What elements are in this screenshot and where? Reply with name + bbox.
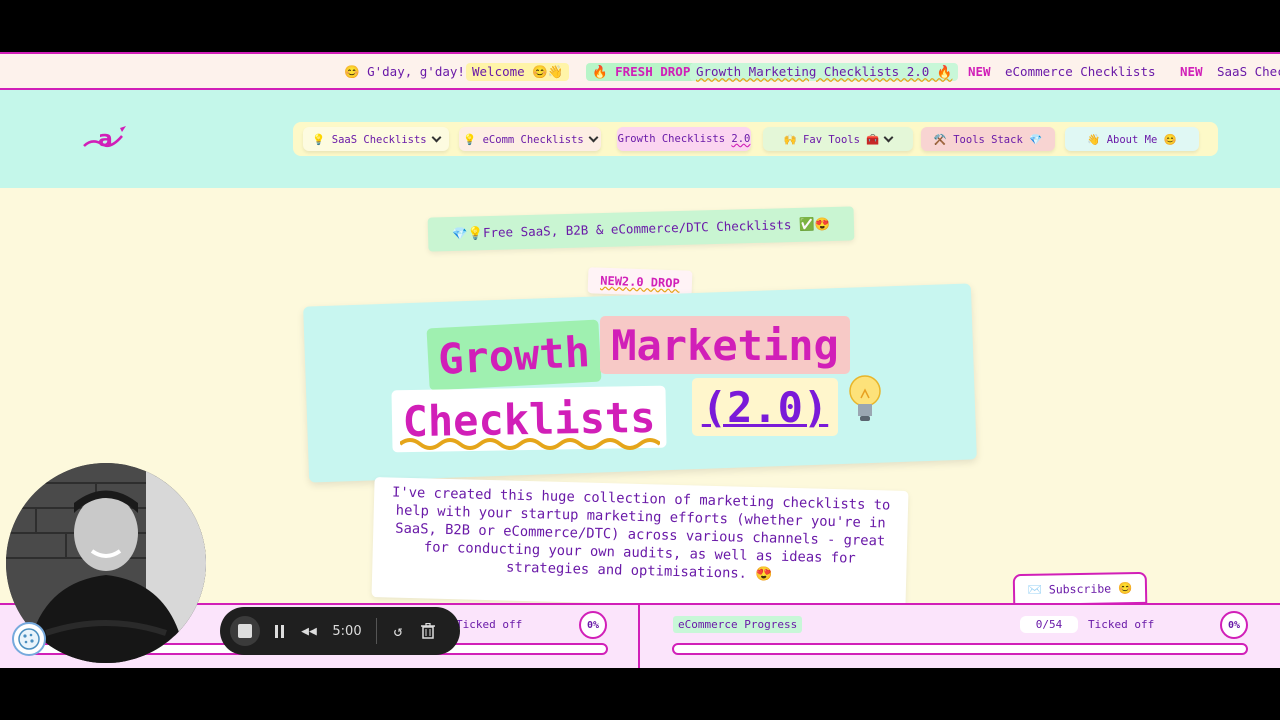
nav-label: 💡 eComm Checklists (463, 133, 584, 146)
nav-tools-stack[interactable]: ⚒️ Tools Stack 💎 (921, 127, 1055, 151)
wavy-underline (400, 438, 660, 450)
svg-text:a: a (98, 127, 113, 152)
title-word-marketing: Marketing (600, 316, 850, 374)
ticker-new-badge: NEW (968, 64, 991, 79)
right-progress-track (672, 643, 1248, 655)
pause-icon (274, 624, 284, 638)
trash-icon (421, 623, 435, 639)
ticker-growth-link[interactable]: Growth Marketing Checklists 2.0 🔥 (690, 63, 959, 81)
right-ticked-label: Ticked off (1088, 618, 1155, 631)
nav-label: 👋 About Me 😊 (1087, 133, 1177, 146)
restart-button[interactable]: ↺ (383, 616, 413, 646)
pause-button[interactable] (264, 616, 294, 646)
rewind-button[interactable]: ◀◀ (294, 616, 324, 646)
nav-saas-checklists[interactable]: 💡 SaaS Checklists (303, 127, 449, 151)
announcement-ticker: 😊 G'day, g'day! Welcome 😊👋 🔥 FRESH DROP … (0, 52, 1280, 90)
title-version: (2.0) (692, 378, 838, 436)
lightbulb-icon (849, 375, 881, 421)
ticker-new-badge-2: NEW (1180, 64, 1203, 79)
nav-label: 🙌 Fav Tools 🧰 (783, 133, 880, 146)
restart-icon: ↺ (393, 622, 403, 640)
right-progress-percent: 0% (1220, 611, 1248, 639)
main-nav: 💡 SaaS Checklists 💡 eComm Checklists Gro… (293, 122, 1218, 156)
recorder-divider (376, 618, 377, 644)
recording-controls: ◀◀ 5:00 ↺ (220, 607, 460, 655)
title-word-growth: Growth (426, 319, 602, 391)
cookie-icon (18, 628, 40, 650)
ticker-ecomm-link[interactable]: eCommerce Checklists (999, 63, 1162, 80)
ticker-welcome: Welcome 😊👋 (466, 63, 570, 81)
ecommerce-progress-title: eCommerce Progress (673, 616, 803, 633)
chevron-down-icon (431, 132, 442, 142)
stop-recording-button[interactable] (230, 616, 260, 646)
ticker-greeting: 😊 G'day, g'day! (344, 64, 465, 79)
chevron-down-icon (588, 132, 599, 142)
site-logo[interactable]: a (82, 124, 132, 154)
chevron-down-icon (883, 132, 894, 142)
ticker-saas-link[interactable]: SaaS Chec (1211, 63, 1280, 80)
nav-growth-checklists[interactable]: Growth Checklists 2.0 (617, 127, 751, 151)
delete-recording-button[interactable] (413, 616, 443, 646)
cookie-settings-button[interactable] (12, 622, 46, 656)
recording-timer: 5:00 (332, 623, 362, 639)
ticker-fresh-drop: 🔥 FRESH DROP (586, 63, 697, 81)
left-progress-percent: 0% (579, 611, 607, 639)
nav-fav-tools[interactable]: 🙌 Fav Tools 🧰 (763, 127, 913, 151)
navbar: a 💡 SaaS Checklists 💡 eComm Checklists G… (0, 90, 1280, 188)
nav-label: ⚒️ Tools Stack 💎 (933, 133, 1043, 146)
browser-viewport: 😊 G'day, g'day! Welcome 😊👋 🔥 FRESH DROP … (0, 52, 1280, 668)
subscribe-button[interactable]: ✉️ Subscribe 😊 (1012, 571, 1148, 607)
screen-frame: 😊 G'day, g'day! Welcome 😊👋 🔥 FRESH DROP … (0, 0, 1280, 720)
left-ticked-label: Ticked off (456, 618, 523, 631)
new-drop-badge: NEW2.0 DROP (587, 267, 693, 297)
nav-ecomm-checklists[interactable]: 💡 eComm Checklists (459, 127, 601, 151)
free-checklists-badge: 💎💡Free SaaS, B2B & eCommerce/DTC Checkli… (427, 206, 855, 252)
intro-text: I've created this huge collection of mar… (371, 477, 909, 611)
stop-icon (238, 624, 252, 638)
nav-label: 💡 SaaS Checklists (312, 133, 427, 146)
ecommerce-progress-count: 0/54 (1020, 616, 1078, 633)
progress-divider (638, 605, 640, 668)
nav-about-me[interactable]: 👋 About Me 😊 (1065, 127, 1199, 151)
nav-label: Growth Checklists 2.0 (617, 133, 751, 145)
rewind-icon: ◀◀ (301, 623, 317, 639)
